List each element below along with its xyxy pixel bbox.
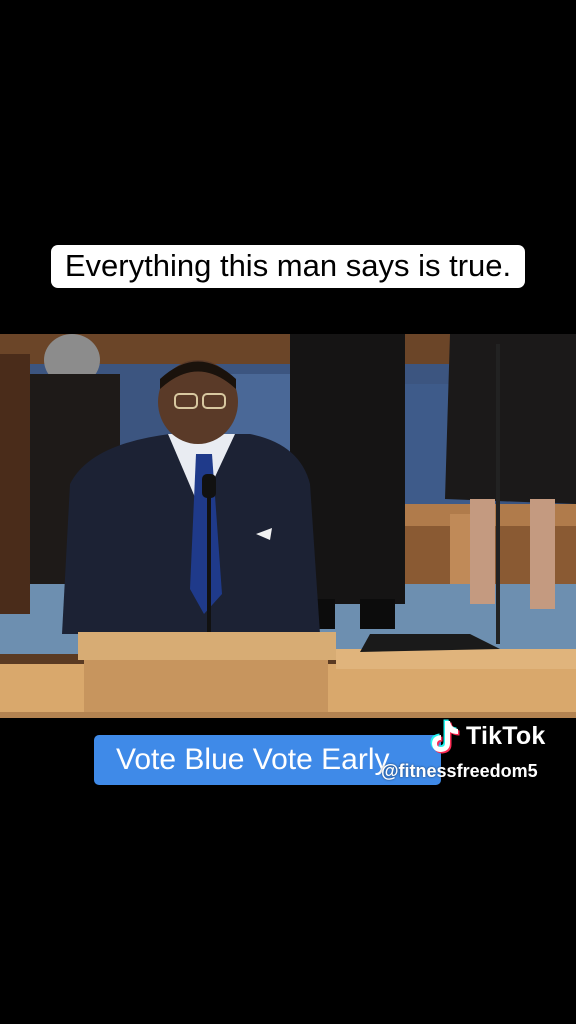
tiktok-watermark: TikTok — [426, 716, 545, 756]
church-scene-image — [0, 334, 576, 718]
tiktok-note-icon — [430, 719, 460, 754]
caption-bottom-text: Vote Blue Vote Early — [116, 743, 390, 776]
creator-handle[interactable]: @fitnessfreedom5 — [381, 761, 538, 782]
video-frame[interactable] — [0, 334, 576, 718]
caption-top-text: Everything this man says is true. — [50, 245, 526, 288]
tiktok-brand-label: TikTok — [466, 721, 546, 750]
caption-top: Everything this man says is true. — [0, 242, 576, 290]
